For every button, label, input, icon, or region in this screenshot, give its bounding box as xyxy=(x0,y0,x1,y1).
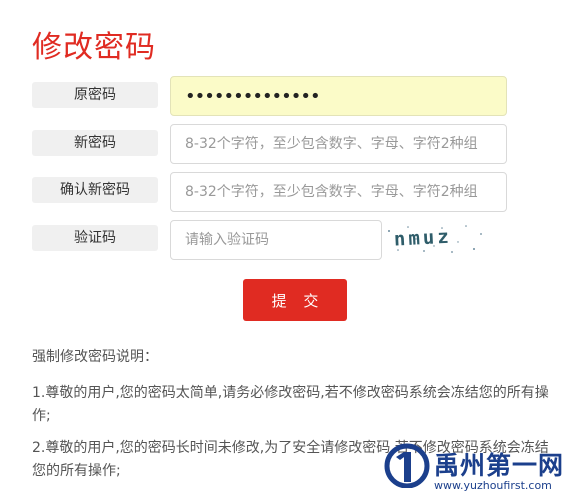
watermark: 禹州第一网 www.yuzhoufirst.com xyxy=(384,442,574,504)
instruction-item-1: 1.尊敬的用户,您的密码太简单,请务必修改密码,若不修改密码系统会冻结您的所有操… xyxy=(32,385,549,424)
watermark-url: www.yuzhoufirst.com xyxy=(434,479,552,492)
new-password-field[interactable] xyxy=(170,124,507,164)
old-password-field[interactable] xyxy=(170,76,507,116)
confirm-password-input[interactable] xyxy=(171,173,506,211)
captcha-input[interactable] xyxy=(171,221,381,259)
captcha-field[interactable] xyxy=(170,220,382,260)
new-password-input[interactable] xyxy=(171,125,506,163)
watermark-logo-icon xyxy=(384,443,430,488)
captcha-text: nmuz xyxy=(393,226,452,251)
old-password-label: 原密码 xyxy=(32,82,158,108)
confirm-password-field[interactable] xyxy=(170,172,507,212)
captcha-label: 验证码 xyxy=(32,225,158,251)
confirm-password-label: 确认新密码 xyxy=(32,177,158,203)
instructions-heading: 强制修改密码说明： xyxy=(32,349,158,365)
captcha-image[interactable]: nmuz xyxy=(386,222,486,256)
submit-button[interactable]: 提 交 xyxy=(243,279,347,321)
old-password-input[interactable] xyxy=(171,77,506,115)
new-password-label: 新密码 xyxy=(32,130,158,156)
watermark-name: 禹州第一网 xyxy=(434,451,565,480)
page-title: 修改密码 xyxy=(32,30,156,65)
